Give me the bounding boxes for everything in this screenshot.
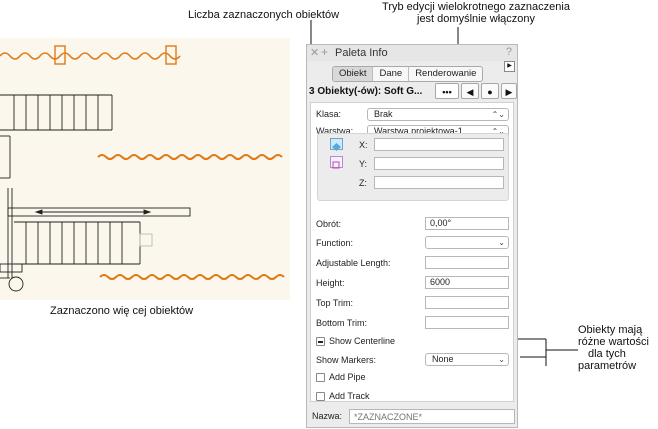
x-field[interactable] <box>374 138 504 151</box>
top-trim-field[interactable] <box>425 296 509 309</box>
show-markers-select[interactable]: None ⌄ <box>425 353 509 366</box>
landing <box>7 188 191 278</box>
add-pipe-checkbox[interactable] <box>316 373 325 382</box>
add-track-label: Add Track <box>329 391 370 401</box>
wheel-base <box>0 263 24 292</box>
wavy-track-bottom <box>99 274 285 280</box>
x-label: X: <box>359 140 368 150</box>
marker-box-2 <box>165 45 177 65</box>
name-row: Nazwa: <box>307 407 517 429</box>
function-label: Function: <box>316 238 354 248</box>
palette-tabs: Obiekt Dane Renderowanie <box>332 66 484 82</box>
z-label: Z: <box>359 178 367 188</box>
top-trim-label: Top Trim: <box>316 298 354 308</box>
tab-data[interactable]: Dane <box>373 67 410 81</box>
add-pipe-label: Add Pipe <box>329 372 366 382</box>
cube-icon <box>332 161 340 169</box>
rotation-field[interactable]: 0,00° <box>425 217 509 230</box>
help-icon[interactable]: ? <box>506 46 512 58</box>
palette-titlebar: ✕ + Paleta Info ? <box>307 45 517 61</box>
z-field[interactable] <box>374 176 504 189</box>
current-object-button[interactable]: ● <box>481 83 499 99</box>
align-bounding-icon[interactable] <box>330 138 343 151</box>
close-icon[interactable]: ✕ <box>310 46 319 59</box>
chevron-down-icon: ⌄ <box>498 355 505 364</box>
show-centerline-checkbox[interactable] <box>316 337 325 346</box>
adjustable-length-field[interactable] <box>425 256 509 269</box>
chevron-updown-icon: ⌃⌄ <box>491 110 505 119</box>
drawing-svg <box>0 45 285 292</box>
tab-object[interactable]: Obiekt <box>333 67 374 81</box>
class-select[interactable]: Brak ⌃⌄ <box>367 108 509 121</box>
rotation-label: Obrót: <box>316 219 342 229</box>
height-field[interactable]: 6000 <box>425 276 509 289</box>
next-object-button[interactable]: ▶ <box>501 83 517 99</box>
position-group: X: Y: Z: <box>317 133 509 201</box>
palette-menu-icon[interactable]: ▶ <box>504 61 515 72</box>
diamond-icon <box>332 143 341 151</box>
show-markers-label: Show Markers: <box>316 355 377 365</box>
bottom-trim-label: Bottom Trim: <box>316 318 368 328</box>
show-markers-value: None <box>432 354 454 364</box>
chevron-down-icon: ⌄ <box>498 238 505 247</box>
plus-icon[interactable]: + <box>321 45 328 59</box>
bottom-trim-field[interactable] <box>425 316 509 329</box>
function-select[interactable]: ⌄ <box>425 236 509 249</box>
prev-object-button[interactable]: ◀ <box>461 83 479 99</box>
class-label: Klasa: <box>316 109 342 119</box>
y-label: Y: <box>359 159 368 169</box>
height-label: Height: <box>316 278 345 288</box>
align-3d-icon[interactable] <box>330 156 343 169</box>
multi-select-edit-button[interactable]: ••• <box>435 83 459 99</box>
selection-count-label: 3 Obiekty(-ów): Soft G... <box>309 86 423 97</box>
wavy-track-middle <box>97 154 283 160</box>
show-centerline-label: Show Centerline <box>329 336 396 346</box>
adjustable-length-label: Adjustable Length: <box>316 258 391 268</box>
drawing-canvas[interactable] <box>0 38 290 300</box>
tab-render[interactable]: Renderowanie <box>409 67 482 81</box>
info-palette: ✕ + Paleta Info ? Obiekt Dane Renderowan… <box>306 44 518 428</box>
palette-body: Klasa: Brak ⌃⌄ Warstwa: Warstwa projekto… <box>310 102 514 402</box>
add-track-checkbox[interactable] <box>316 392 325 401</box>
y-field[interactable] <box>374 157 504 170</box>
class-value: Brak <box>374 109 393 119</box>
name-input[interactable] <box>349 409 515 424</box>
name-label: Nazwa: <box>312 411 343 421</box>
staircase-lower <box>14 221 153 265</box>
wavy-track-top <box>0 52 181 60</box>
palette-title: Paleta Info <box>335 47 388 59</box>
staircase-upper <box>0 94 113 179</box>
